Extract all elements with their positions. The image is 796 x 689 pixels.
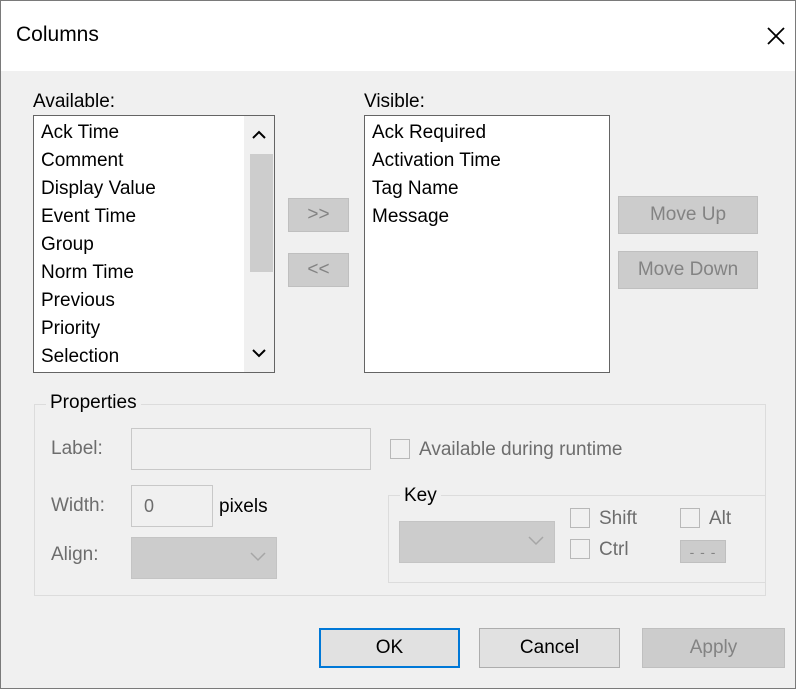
- alt-checkbox[interactable]: [680, 508, 700, 528]
- list-item[interactable]: Display Value: [34, 175, 274, 203]
- list-item[interactable]: Group: [34, 231, 274, 259]
- visible-label: Visible:: [364, 91, 425, 112]
- list-item[interactable]: Previous: [34, 287, 274, 315]
- pixels-label: pixels: [219, 496, 268, 517]
- available-scrollbar[interactable]: [244, 116, 274, 372]
- title-bar: Columns: [1, 1, 795, 71]
- ok-button[interactable]: OK: [319, 628, 460, 668]
- ctrl-label: Ctrl: [599, 539, 629, 560]
- close-icon[interactable]: [761, 21, 791, 51]
- chevron-down-icon: [528, 533, 544, 551]
- add-column-button[interactable]: >>: [288, 198, 349, 232]
- apply-button[interactable]: Apply: [642, 628, 785, 668]
- list-item[interactable]: Selection: [34, 343, 274, 371]
- properties-title: Properties: [46, 392, 141, 414]
- label-input[interactable]: [131, 428, 371, 470]
- move-down-button[interactable]: Move Down: [618, 251, 758, 289]
- available-label: Available:: [33, 91, 116, 112]
- shift-label: Shift: [599, 508, 638, 529]
- align-caption: Align:: [51, 544, 99, 565]
- align-select[interactable]: [131, 537, 277, 579]
- available-runtime-checkbox[interactable]: [390, 439, 410, 459]
- list-item[interactable]: Event Time: [34, 203, 274, 231]
- list-item[interactable]: Ack Required: [365, 119, 609, 147]
- scroll-down-icon[interactable]: [244, 338, 274, 368]
- key-options-button[interactable]: - - -: [680, 540, 726, 563]
- list-item[interactable]: Activation Time: [365, 147, 609, 175]
- available-runtime-label: Available during runtime: [419, 439, 623, 460]
- shift-checkbox[interactable]: [570, 508, 590, 528]
- label-caption: Label:: [51, 438, 103, 459]
- width-caption: Width:: [51, 495, 105, 516]
- width-input[interactable]: 0: [131, 485, 213, 527]
- list-item[interactable]: Priority: [34, 315, 274, 343]
- available-listbox[interactable]: Ack Time Comment Display Value Event Tim…: [33, 115, 275, 373]
- ctrl-checkbox[interactable]: [570, 539, 590, 559]
- move-up-button[interactable]: Move Up: [618, 196, 758, 234]
- list-item[interactable]: Tag Name: [365, 175, 609, 203]
- list-item[interactable]: Comment: [34, 147, 274, 175]
- scroll-thumb[interactable]: [250, 154, 273, 272]
- dialog-title: Columns: [16, 23, 99, 46]
- list-item[interactable]: Message: [365, 203, 609, 231]
- cancel-button[interactable]: Cancel: [479, 628, 620, 668]
- chevron-down-icon: [250, 549, 266, 567]
- remove-column-button[interactable]: <<: [288, 253, 349, 287]
- visible-listbox[interactable]: Ack Required Activation Time Tag Name Me…: [364, 115, 610, 373]
- columns-dialog: Columns Available: Ack Time Comment Disp…: [0, 0, 796, 689]
- key-title: Key: [400, 485, 441, 507]
- scroll-up-icon[interactable]: [244, 120, 274, 150]
- list-item[interactable]: Norm Time: [34, 259, 274, 287]
- alt-label: Alt: [709, 508, 732, 529]
- key-select[interactable]: [399, 521, 555, 563]
- list-item[interactable]: Ack Time: [34, 119, 274, 147]
